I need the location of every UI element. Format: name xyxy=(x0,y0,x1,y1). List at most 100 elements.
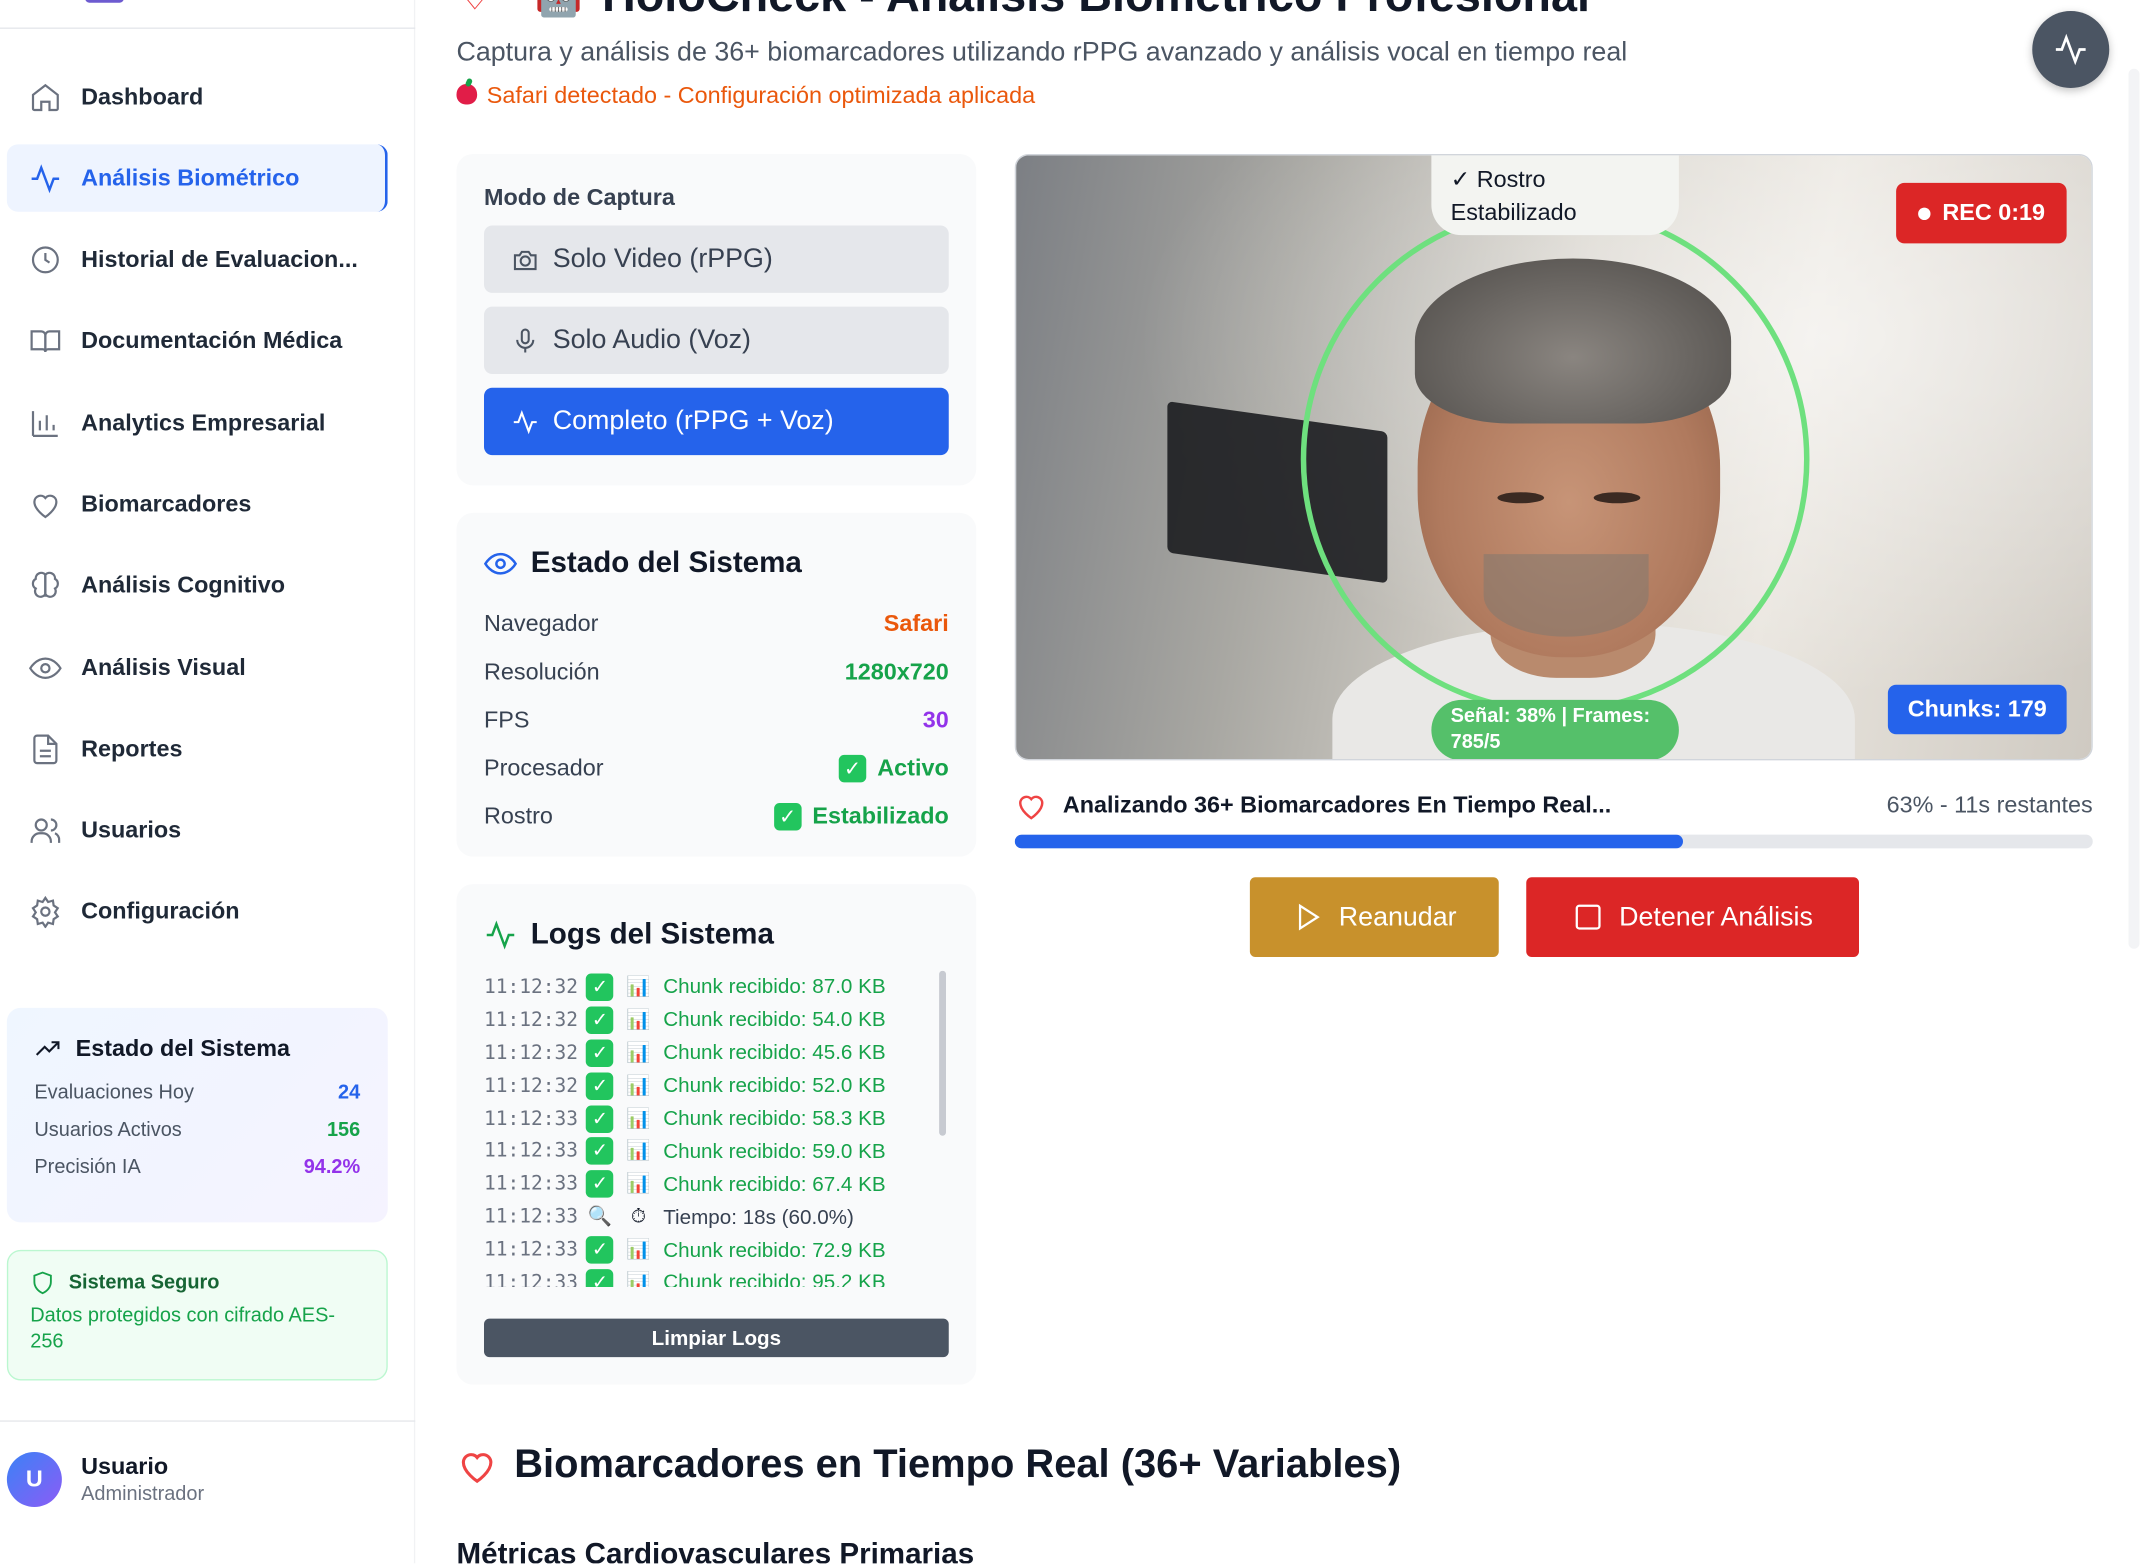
log-scrollbar[interactable] xyxy=(939,970,946,1136)
activity-fab-button[interactable] xyxy=(2032,11,2110,88)
sidebar-item-reportes[interactable]: Reportes xyxy=(7,716,388,783)
sidebar-item-label: Analytics Empresarial xyxy=(81,409,326,436)
log-time: 11:12:33 xyxy=(484,1238,578,1261)
stop-label: Detener Análisis xyxy=(1619,901,1813,932)
sidebar-item-label: Documentación Médica xyxy=(81,327,343,354)
rec-label: REC 0:19 xyxy=(1942,199,2046,226)
secure-title-label: Sistema Seguro xyxy=(68,1271,220,1294)
log-time: 11:12:32 xyxy=(484,1009,578,1032)
sidebar-item-cognitivo[interactable]: Análisis Cognitivo xyxy=(7,552,388,619)
state-row-resolucion: Resolución 1280x720 xyxy=(484,648,949,696)
brain-icon xyxy=(29,570,62,603)
secure-card: Sistema Seguro Datos protegidos con cifr… xyxy=(6,1249,388,1381)
square-icon xyxy=(1575,904,1600,930)
system-stats-title: Estado del Sistema xyxy=(34,1035,360,1063)
stat-label: Usuarios Activos xyxy=(34,1119,182,1142)
log-time: 11:12:32 xyxy=(484,976,578,999)
system-state-panel: Estado del Sistema Navegador Safari Reso… xyxy=(456,512,977,857)
activity-icon xyxy=(513,409,537,434)
mode-audio-button[interactable]: Solo Audio (Voz) xyxy=(484,306,949,374)
stop-analysis-button[interactable]: Detener Análisis xyxy=(1526,877,1859,957)
state-label: Navegador xyxy=(484,609,599,636)
check-icon: ✓ xyxy=(838,754,867,782)
sidebar-item-dashboard[interactable]: Dashboard xyxy=(7,63,388,130)
sidebar-item-label: Análisis Biométrico xyxy=(81,164,300,191)
log-entry: 11:12:33 ✓ 📊 Chunk recibido: 95.2 KB xyxy=(484,1266,949,1287)
state-label: Rostro xyxy=(484,802,553,829)
biomarkers-title: Biomarcadores en Tiempo Real (36+ Variab… xyxy=(457,1442,1402,1487)
state-row-procesador: Procesador ✓ Activo xyxy=(484,744,949,792)
log-entry: 11:12:33 ✓ 📊 Chunk recibido: 67.4 KB xyxy=(484,1168,949,1201)
mode-video-button[interactable]: Solo Video (rPPG) xyxy=(484,225,949,293)
search-icon: 🔍 xyxy=(587,1206,613,1229)
log-entry: 11:12:32 ✓ 📊 Chunk recibido: 45.6 KB xyxy=(484,1036,949,1069)
page-title-text: HoloCheck - Análisis Biométrico Profesio… xyxy=(602,0,1590,23)
video-preview: ✓ Rostro Estabilizado REC 0:19 Señal: 38… xyxy=(1014,154,2093,761)
sidebar-item-label: Biomarcadores xyxy=(81,490,252,517)
log-entry: 11:12:33 ✓ 📊 Chunk recibido: 59.0 KB xyxy=(484,1135,949,1168)
clear-logs-button[interactable]: Limpiar Logs xyxy=(484,1318,949,1358)
stat-value: 156 xyxy=(326,1119,361,1142)
chunks-badge: Chunks: 179 xyxy=(1887,684,2067,735)
sidebar-item-analytics[interactable]: Analytics Empresarial xyxy=(7,389,388,456)
state-value-text: Activo xyxy=(877,754,949,781)
log-time: 11:12:33 xyxy=(484,1140,578,1163)
state-label: Resolución xyxy=(484,657,600,685)
face-detection-ring xyxy=(1300,204,1810,714)
browser-note: Safari detectado - Configuración optimiz… xyxy=(456,83,1035,111)
user-role: Administrador xyxy=(81,1483,205,1506)
log-list[interactable]: 11:12:32 ✓ 📊 Chunk recibido: 87.0 KB 11:12:3… xyxy=(484,970,949,1287)
avatar: U xyxy=(6,1452,62,1507)
app-root: Dashboard Análisis Biométrico Historial … xyxy=(0,0,2156,1564)
resume-label: Reanudar xyxy=(1338,901,1457,932)
check-icon: ✓ xyxy=(586,973,614,1001)
sidebar-item-biomarcadores[interactable]: Biomarcadores xyxy=(7,471,388,538)
chart-icon: 📊 xyxy=(626,1107,651,1130)
sidebar: Dashboard Análisis Biométrico Historial … xyxy=(0,0,416,1564)
page-scrollbar[interactable] xyxy=(2128,68,2140,949)
heart-icon xyxy=(461,1452,493,1483)
sidebar-item-usuarios[interactable]: Usuarios xyxy=(7,797,388,864)
sidebar-item-historial[interactable]: Historial de Evaluacion... xyxy=(7,226,388,293)
log-message: Chunk recibido: 45.6 KB xyxy=(663,1041,886,1065)
user-profile[interactable]: U Usuario Administrador xyxy=(6,1452,205,1507)
trending-up-icon xyxy=(35,1041,60,1056)
check-icon: ✓ xyxy=(586,1104,614,1133)
sidebar-nav: Dashboard Análisis Biométrico Historial … xyxy=(6,63,388,960)
check-icon: ✓ xyxy=(586,1236,614,1264)
log-message: Tiempo: 18s (60.0%) xyxy=(663,1205,854,1229)
chart-icon: 📊 xyxy=(626,1041,651,1064)
log-time: 11:12:33 xyxy=(484,1271,578,1287)
page-subtitle: Captura y análisis de 36+ biomarcadores … xyxy=(456,37,1628,68)
sidebar-item-label: Historial de Evaluacion... xyxy=(81,246,358,273)
rec-dot-icon xyxy=(1917,206,1931,220)
eye-icon xyxy=(484,552,517,574)
log-message: Chunk recibido: 72.9 KB xyxy=(663,1238,886,1262)
biomarkers-title-text: Biomarcadores en Tiempo Real (36+ Variab… xyxy=(514,1442,1402,1487)
log-time: 11:12:32 xyxy=(484,1041,578,1064)
sidebar-item-label: Usuarios xyxy=(81,816,182,844)
sidebar-item-analisis-biometrico[interactable]: Análisis Biométrico xyxy=(6,144,388,213)
state-label: Procesador xyxy=(484,754,604,781)
capture-mode-panel: Modo de Captura Solo Video (rPPG) Solo A… xyxy=(456,154,977,486)
sidebar-item-documentacion[interactable]: Documentación Médica xyxy=(7,308,388,375)
log-entry: 11:12:32 ✓ 📊 Chunk recibido: 87.0 KB xyxy=(484,971,949,1004)
secure-text: Datos protegidos con cifrado AES-256 xyxy=(30,1304,336,1353)
stat-row-usuarios: Usuarios Activos 156 xyxy=(34,1119,360,1141)
logs-title-text: Logs del Sistema xyxy=(530,917,774,951)
log-time: 11:12:33 xyxy=(484,1173,578,1196)
system-state-title: Estado del Sistema xyxy=(484,546,949,580)
rec-badge: REC 0:19 xyxy=(1896,182,2067,244)
mode-complete-button[interactable]: Completo (rPPG + Voz) xyxy=(484,387,949,456)
sidebar-item-configuracion[interactable]: Configuración xyxy=(7,879,388,946)
gear-icon xyxy=(29,896,62,929)
check-icon: ✓ xyxy=(773,802,802,830)
state-row-fps: FPS 30 xyxy=(484,696,949,744)
sidebar-item-visual[interactable]: Análisis Visual xyxy=(7,634,388,701)
users-icon xyxy=(29,814,62,847)
state-value: 1280x720 xyxy=(844,657,949,685)
resume-button[interactable]: Reanudar xyxy=(1249,877,1499,957)
sidebar-item-label: Análisis Visual xyxy=(81,653,246,681)
chart-icon: 📊 xyxy=(626,976,651,999)
logs-panel: Logs del Sistema 11:12:32 ✓ 📊 Chunk recibid… xyxy=(456,884,977,1385)
